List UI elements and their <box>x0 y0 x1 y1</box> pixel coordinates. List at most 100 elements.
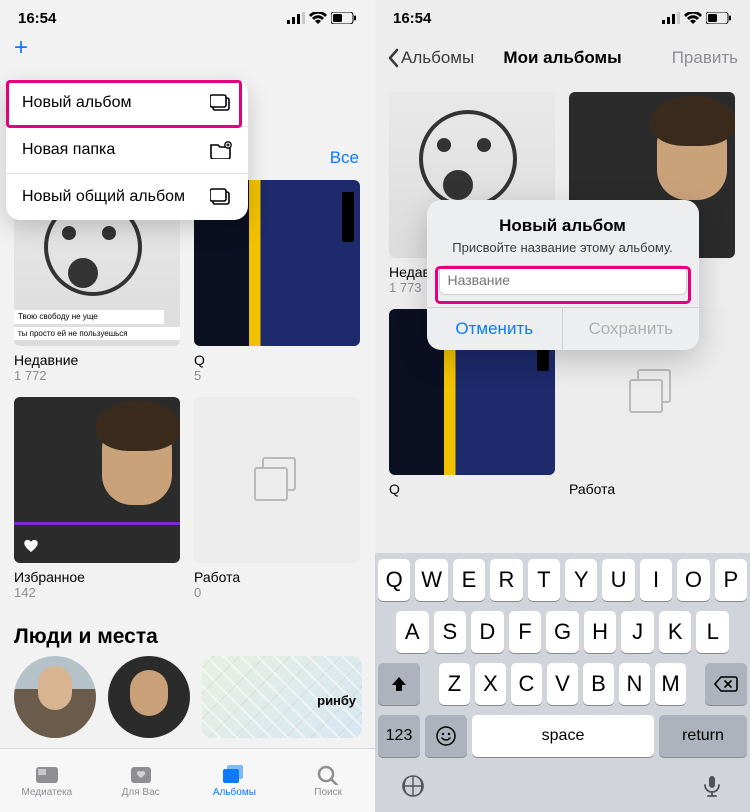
keyboard-row: QWERTYUIOP <box>378 559 747 601</box>
letter-key[interactable]: V <box>547 663 578 705</box>
letter-key[interactable]: P <box>715 559 747 601</box>
tab-library[interactable]: Медиатека <box>0 749 94 812</box>
heart-icon <box>22 537 40 555</box>
people-row: ринбу <box>14 656 362 738</box>
map-label: ринбу <box>317 693 356 708</box>
nav-back-label: Альбомы <box>401 48 474 68</box>
menu-label: Новая папка <box>22 141 115 159</box>
album-thumbnail <box>194 397 360 563</box>
letter-key[interactable]: R <box>490 559 522 601</box>
backspace-key[interactable] <box>705 663 747 705</box>
library-icon <box>34 763 60 785</box>
return-key[interactable]: return <box>659 715 747 757</box>
space-key[interactable]: space <box>472 715 654 757</box>
album-icon <box>210 94 232 112</box>
person-avatar[interactable] <box>108 656 190 738</box>
letter-key[interactable]: T <box>528 559 560 601</box>
status-bar: 16:54 <box>0 0 375 36</box>
for-you-icon <box>128 763 154 785</box>
cellular-icon <box>662 12 680 24</box>
album-title: Работа <box>569 481 735 497</box>
nav-edit-button[interactable]: Править <box>672 48 738 68</box>
album-count: 142 <box>14 585 180 600</box>
stack-icon <box>629 369 675 415</box>
keyboard-row: ASDFGHJKL <box>378 611 747 653</box>
create-menu: Новый альбом Новая папка Новый общий аль… <box>6 80 248 220</box>
shift-key[interactable] <box>378 663 420 705</box>
letter-key[interactable]: U <box>602 559 634 601</box>
letter-key[interactable]: E <box>453 559 485 601</box>
alert-subtitle: Присвойте название этому альбому. <box>441 240 685 255</box>
save-button[interactable]: Сохранить <box>563 308 699 350</box>
thumb-text: Твою свободу не уще <box>14 310 164 324</box>
letter-key[interactable]: Z <box>439 663 470 705</box>
globe-key[interactable] <box>400 773 426 804</box>
letter-key[interactable]: F <box>509 611 542 653</box>
add-button[interactable]: + <box>14 34 28 62</box>
letter-key[interactable]: O <box>677 559 709 601</box>
dictation-key[interactable] <box>699 773 725 804</box>
person-avatar[interactable] <box>14 656 96 738</box>
nav-back-button[interactable]: Альбомы <box>387 48 474 68</box>
album-card-favorites[interactable]: Избранное 142 <box>14 397 180 600</box>
tab-albums[interactable]: Альбомы <box>188 749 282 812</box>
tab-label: Для Вас <box>122 787 160 798</box>
album-count: 0 <box>194 585 360 600</box>
letter-key[interactable]: N <box>619 663 650 705</box>
status-time: 16:54 <box>393 10 431 27</box>
letter-key[interactable]: L <box>696 611 729 653</box>
chevron-left-icon <box>387 48 399 68</box>
section-people-places: Люди и места <box>14 625 158 649</box>
album-title: Работа <box>194 569 360 585</box>
album-title: Q <box>194 352 360 368</box>
album-count: 5 <box>194 368 360 383</box>
letter-key[interactable]: A <box>396 611 429 653</box>
album-card-work[interactable]: Работа 0 <box>194 397 360 600</box>
letter-key[interactable]: K <box>659 611 692 653</box>
folder-icon <box>210 141 232 159</box>
letter-key[interactable]: I <box>640 559 672 601</box>
letter-key[interactable]: G <box>546 611 579 653</box>
album-name-input[interactable] <box>439 265 687 295</box>
status-icons <box>287 12 357 24</box>
tab-for-you[interactable]: Для Вас <box>94 749 188 812</box>
cancel-button[interactable]: Отменить <box>427 308 564 350</box>
letter-key[interactable]: M <box>655 663 686 705</box>
album-thumbnail <box>14 397 180 563</box>
numbers-key[interactable]: 123 <box>378 715 420 757</box>
menu-item-new-folder[interactable]: Новая папка <box>6 127 248 173</box>
letter-key[interactable]: D <box>471 611 504 653</box>
menu-item-new-album[interactable]: Новый альбом <box>6 80 248 126</box>
keyboard-row: 123 space return <box>378 715 747 757</box>
phone-screen-left: 16:54 + Новый альбом Новая папка Новый о… <box>0 0 375 812</box>
letter-key[interactable]: B <box>583 663 614 705</box>
letter-key[interactable]: C <box>511 663 542 705</box>
see-all-link[interactable]: Все <box>330 148 359 168</box>
tab-search[interactable]: Поиск <box>281 749 375 812</box>
letter-key[interactable]: J <box>621 611 654 653</box>
tab-label: Медиатека <box>22 787 73 798</box>
album-title: Недавние <box>14 352 180 368</box>
tab-label: Поиск <box>314 787 342 798</box>
wifi-icon <box>309 12 327 24</box>
letter-key[interactable]: X <box>475 663 506 705</box>
letter-key[interactable]: Q <box>378 559 410 601</box>
letter-key[interactable]: W <box>415 559 447 601</box>
letter-key[interactable]: H <box>584 611 617 653</box>
status-icons <box>662 12 732 24</box>
album-count: 1 772 <box>14 368 180 383</box>
album-title: Q <box>389 481 555 497</box>
places-map[interactable]: ринбу <box>202 656 362 738</box>
menu-label: Новый альбом <box>22 94 131 112</box>
cellular-icon <box>287 12 305 24</box>
albums-icon <box>221 763 247 785</box>
letter-key[interactable]: Y <box>565 559 597 601</box>
menu-item-new-shared-album[interactable]: Новый общий альбом <box>6 174 248 220</box>
alert-title: Новый альбом <box>441 216 685 236</box>
letter-key[interactable]: S <box>434 611 467 653</box>
emoji-key[interactable] <box>425 715 467 757</box>
shared-album-icon <box>210 188 232 206</box>
battery-icon <box>331 12 357 24</box>
battery-icon <box>706 12 732 24</box>
menu-label: Новый общий альбом <box>22 188 185 206</box>
